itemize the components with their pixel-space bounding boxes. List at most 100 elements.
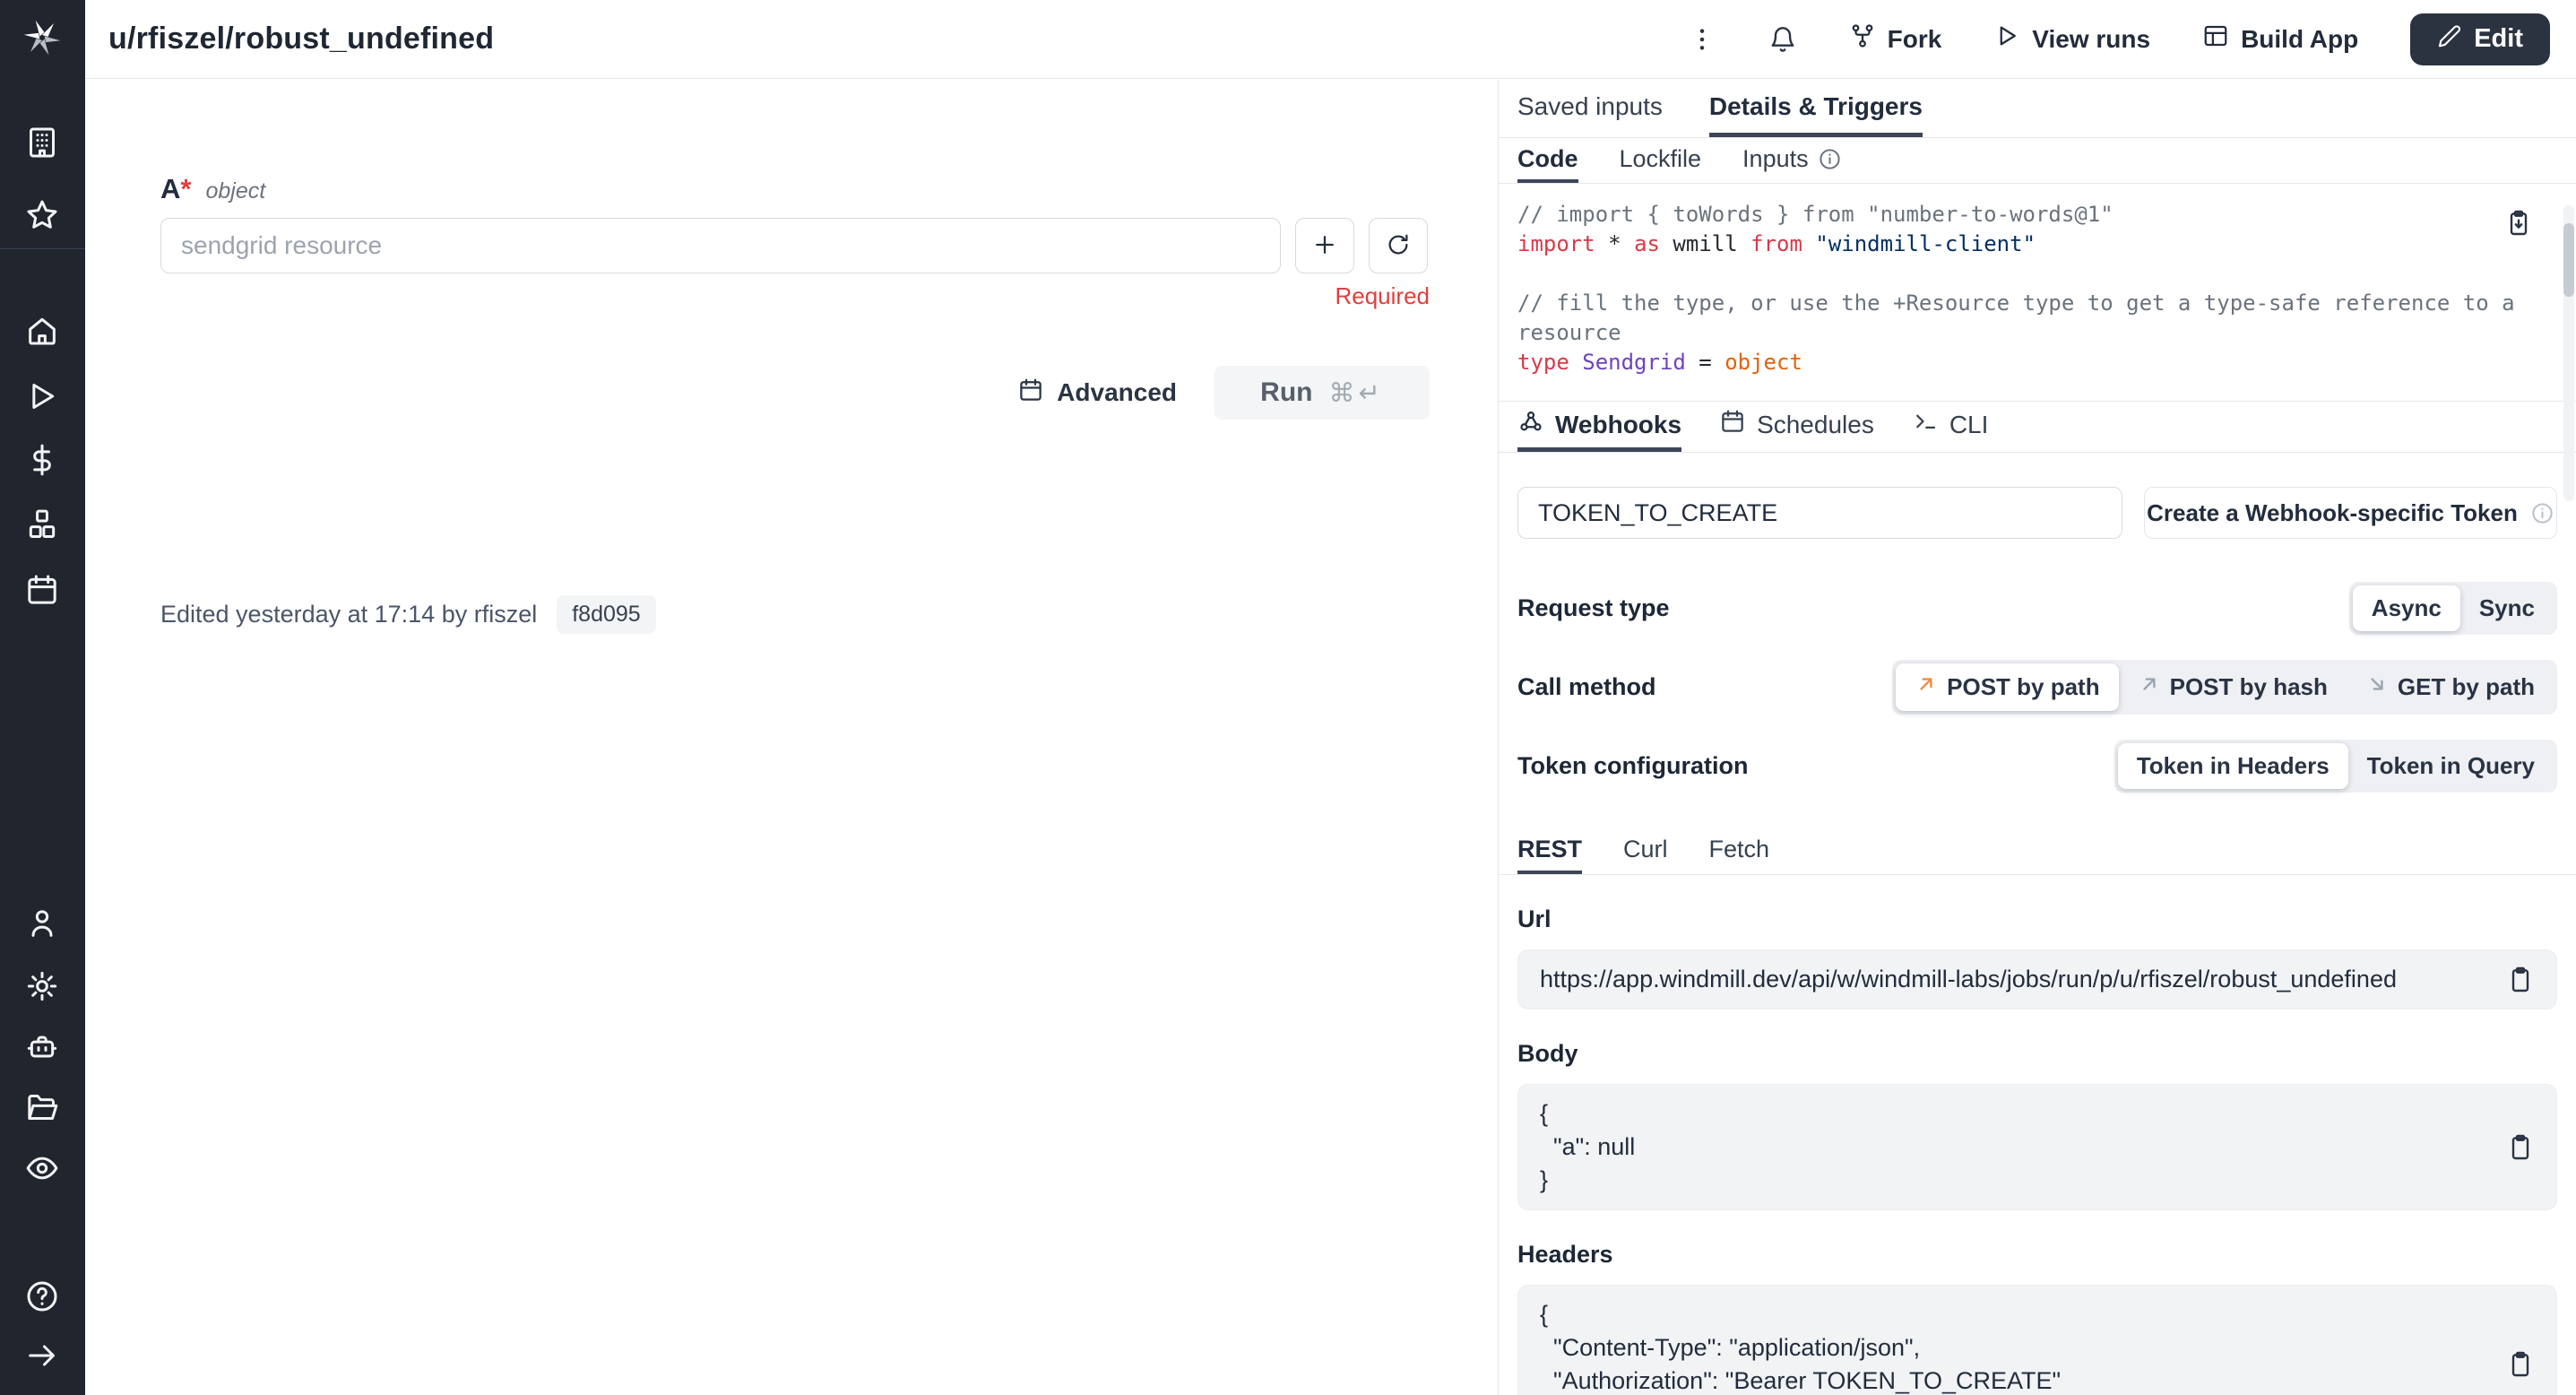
token-in-query[interactable]: Token in Query xyxy=(2348,743,2554,789)
required-hint: Required xyxy=(160,282,1430,310)
token-configuration-label: Token configuration xyxy=(1517,752,1749,780)
kebab-menu-icon[interactable] xyxy=(1688,25,1716,54)
code-viewer: // import { toWords } from "number-to-wo… xyxy=(1499,184,2576,402)
headers-box: { "Content-Type": "application/json", "A… xyxy=(1517,1285,2557,1395)
topbar: u/rfiszel/robust_undefined Fork xyxy=(85,0,2576,79)
settings-gear-icon[interactable] xyxy=(21,965,64,1008)
fork-label: Fork xyxy=(1888,25,1942,54)
webhook-icon xyxy=(1517,408,1544,441)
body-box: { "a": null } xyxy=(1517,1084,2557,1210)
refresh-button[interactable] xyxy=(1369,218,1428,273)
headers-value: { "Content-Type": "application/json", "A… xyxy=(1540,1298,2061,1395)
run-shortcut: ⌘↵ xyxy=(1329,377,1384,409)
copy-headers-icon[interactable] xyxy=(2506,1350,2535,1379)
tab-schedules[interactable]: Schedules xyxy=(1719,402,1874,452)
call-method-post-by-path[interactable]: POST by path xyxy=(1896,663,2118,711)
snippet-tab-bar: REST Curl Fetch xyxy=(1499,828,2576,875)
url-box: https://app.windmill.dev/api/w/windmill-… xyxy=(1517,949,2557,1009)
page-title: u/rfiszel/robust_undefined xyxy=(108,22,494,56)
fork-icon xyxy=(1849,22,1876,56)
edit-button[interactable]: Edit xyxy=(2410,13,2550,65)
schedule-calendar-icon xyxy=(1719,408,1746,441)
expand-arrow-right-icon[interactable] xyxy=(21,1334,64,1377)
tab-webhooks[interactable]: Webhooks xyxy=(1517,402,1681,452)
home-icon[interactable] xyxy=(21,308,64,351)
panel-scrollbar-thumb[interactable] xyxy=(2563,223,2574,297)
call-method-toggle: POST by path POST by hash xyxy=(1892,660,2557,715)
field-label: A* object xyxy=(160,173,1516,205)
details-panel: Saved inputs Details & Triggers Code Loc… xyxy=(1498,80,2576,1395)
variables-dollar-icon[interactable] xyxy=(21,438,64,481)
view-runs-button[interactable]: View runs xyxy=(1993,22,2150,56)
tab-webhooks-label: Webhooks xyxy=(1555,411,1681,439)
arrow-down-right-icon xyxy=(2365,672,2389,702)
refresh-icon xyxy=(1385,231,1412,261)
arrow-up-right-icon xyxy=(2138,672,2161,702)
build-app-button[interactable]: Build App xyxy=(2202,22,2358,56)
tab-rest[interactable]: REST xyxy=(1517,828,1582,874)
app-window: u/rfiszel/robust_undefined Fork xyxy=(0,0,2576,1395)
tab-fetch[interactable]: Fetch xyxy=(1709,828,1770,874)
eye-icon[interactable] xyxy=(21,1147,64,1190)
tab-cli[interactable]: CLI xyxy=(1912,402,1989,452)
tab-saved-inputs[interactable]: Saved inputs xyxy=(1517,80,1663,137)
trigger-tab-bar: Webhooks Schedules CLI xyxy=(1499,402,2576,453)
token-configuration-toggle: Token in Headers Token in Query xyxy=(2114,740,2557,793)
advanced-button[interactable]: Advanced xyxy=(1017,377,1177,410)
required-asterisk: * xyxy=(180,173,191,205)
code-block: // import { toWords } from "number-to-wo… xyxy=(1517,200,2522,377)
request-type-toggle: Async Sync xyxy=(2349,582,2557,635)
schedules-calendar-icon[interactable] xyxy=(21,568,64,611)
terminal-icon xyxy=(1912,408,1939,441)
bell-icon[interactable] xyxy=(1768,25,1797,54)
create-webhook-token-label: Create a Webhook-specific Token xyxy=(2147,499,2518,527)
view-runs-label: View runs xyxy=(2032,25,2150,54)
code-tab-bar: Code Lockfile Inputs xyxy=(1499,138,2576,184)
call-method-label: Call method xyxy=(1517,673,1656,701)
fork-button[interactable]: Fork xyxy=(1849,22,1942,56)
token-input[interactable] xyxy=(1517,487,2122,539)
tab-curl[interactable]: Curl xyxy=(1623,828,1668,874)
tab-lockfile[interactable]: Lockfile xyxy=(1620,138,1702,183)
call-method-post-by-hash-label: POST by hash xyxy=(2170,673,2328,701)
add-resource-button[interactable] xyxy=(1295,218,1354,273)
building-icon[interactable] xyxy=(21,121,64,164)
create-webhook-token-button[interactable]: Create a Webhook-specific Token xyxy=(2144,487,2557,539)
headers-label: Headers xyxy=(1517,1241,2557,1269)
resources-boxes-icon[interactable] xyxy=(21,504,64,547)
folder-open-icon[interactable] xyxy=(21,1086,64,1129)
token-in-headers[interactable]: Token in Headers xyxy=(2118,743,2348,789)
commit-hash-badge[interactable]: f8d095 xyxy=(557,595,655,634)
url-label: Url xyxy=(1517,905,2557,933)
arrow-up-right-icon xyxy=(1915,672,1938,702)
call-method-get-by-path[interactable]: GET by path xyxy=(2347,663,2554,711)
body-value: { "a": null } xyxy=(1540,1097,1635,1197)
plus-icon xyxy=(1311,231,1338,261)
request-type-sync[interactable]: Sync xyxy=(2460,585,2554,631)
star-icon[interactable] xyxy=(21,194,64,237)
copy-body-icon[interactable] xyxy=(2506,1133,2535,1162)
call-method-post-by-hash[interactable]: POST by hash xyxy=(2119,663,2347,711)
workers-robot-icon[interactable] xyxy=(21,1026,64,1069)
run-form: A* object Required xyxy=(85,80,1498,1395)
help-circle-icon[interactable] xyxy=(21,1275,64,1318)
body-label: Body xyxy=(1517,1040,2557,1068)
copy-url-icon[interactable] xyxy=(2506,966,2535,994)
layout-grid-icon xyxy=(2202,22,2229,56)
tab-inputs[interactable]: Inputs xyxy=(1742,138,1842,183)
runs-play-icon[interactable] xyxy=(21,375,64,418)
tab-details-triggers[interactable]: Details & Triggers xyxy=(1709,80,1923,137)
edit-label: Edit xyxy=(2474,24,2523,54)
user-icon[interactable] xyxy=(21,902,64,945)
panel-tab-bar: Saved inputs Details & Triggers xyxy=(1499,80,2576,138)
copy-code-icon[interactable] xyxy=(2504,209,2533,246)
calendar-icon xyxy=(1017,377,1044,410)
tab-inputs-label: Inputs xyxy=(1742,145,1809,173)
windmill-logo-icon[interactable] xyxy=(21,16,64,59)
info-icon xyxy=(2530,501,2554,525)
info-icon xyxy=(1818,147,1842,171)
run-button[interactable]: Run ⌘↵ xyxy=(1215,366,1430,420)
tab-code[interactable]: Code xyxy=(1517,138,1578,183)
request-type-async[interactable]: Async xyxy=(2353,585,2460,631)
resource-input[interactable] xyxy=(160,218,1281,273)
